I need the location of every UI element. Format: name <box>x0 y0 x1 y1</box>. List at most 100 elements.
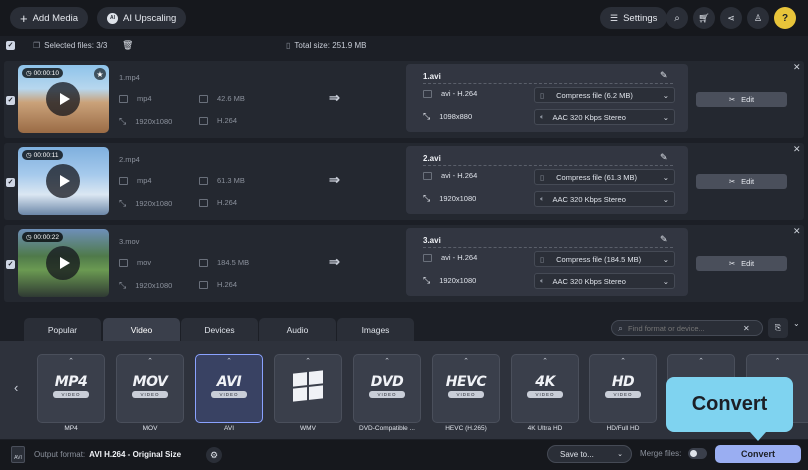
video-thumbnail[interactable]: ◷ 00:00:22 <box>18 229 109 297</box>
source-codec: H.264 <box>199 198 237 207</box>
format-card[interactable]: ⌃ MP4 VIDEO <box>37 354 105 423</box>
play-button[interactable] <box>46 164 80 198</box>
star-icon[interactable]: ★ <box>94 68 106 80</box>
pencil-icon: ✎ <box>660 152 668 162</box>
search-button[interactable]: ⌕ <box>666 7 688 29</box>
rename-button[interactable]: ✎ <box>660 70 668 81</box>
scroll-left-button[interactable]: ‹ <box>14 380 18 395</box>
output-settings-button[interactable]: ⚙ <box>206 447 222 463</box>
audio-text: AAC 320 Kbps Stereo <box>552 276 626 286</box>
format-logo-sub: VIDEO <box>605 391 641 398</box>
add-media-button[interactable]: + Add Media <box>10 7 89 29</box>
container-text: mp4 <box>137 94 152 103</box>
tab-devices[interactable]: Devices <box>181 318 258 341</box>
edit-button[interactable]: ✂ Edit <box>696 174 787 189</box>
output-format: avi - H.264 <box>423 89 477 98</box>
merge-files-toggle[interactable] <box>688 448 707 459</box>
help-button[interactable]: ? <box>774 7 796 29</box>
edit-button[interactable]: ✂ Edit <box>696 92 787 107</box>
audio-dropdown[interactable]: 🔈︎ AAC 320 Kbps Stereo ⌄ <box>534 109 675 125</box>
source-size: 42.6 MB <box>199 94 245 103</box>
output-format-icon: AVI <box>11 446 25 463</box>
file-icon: ▯ <box>540 172 545 182</box>
format-card[interactable]: ⌃ DVD VIDEO <box>353 354 421 423</box>
settings-label: Settings <box>623 12 658 24</box>
tab-images[interactable]: Images <box>337 318 414 341</box>
rename-button[interactable]: ✎ <box>660 234 668 245</box>
compress-dropdown[interactable]: ▯ Compress file (184.5 MB) ⌄ <box>534 251 675 267</box>
custom-format-button[interactable]: ⎘ <box>768 318 788 338</box>
convert-button[interactable]: Convert <box>715 445 801 463</box>
chevron-up-icon: ⌃ <box>463 358 469 365</box>
format-card-label: DVD-Compatible ... <box>359 425 415 432</box>
format-logo: DVD <box>370 374 404 390</box>
close-icon[interactable]: ✕ <box>743 324 750 333</box>
convert-callout: Convert <box>666 377 793 432</box>
video-thumbnail[interactable]: ◷ 00:00:11 <box>18 147 109 215</box>
resize-icon: ⤡ <box>119 116 127 126</box>
format-logo-sub: VIDEO <box>527 391 563 398</box>
edit-button[interactable]: ✂ Edit <box>696 256 787 271</box>
play-button[interactable] <box>46 246 80 280</box>
convert-arrow-icon: ⇒ <box>329 172 340 187</box>
compress-dropdown[interactable]: ▯ Compress file (6.2 MB) ⌄ <box>534 87 675 103</box>
play-button[interactable] <box>46 82 80 116</box>
settings-icon: ☰ <box>610 12 619 23</box>
format-card[interactable]: ⌃ HD VIDEO <box>589 354 657 423</box>
source-codec: H.264 <box>199 280 237 289</box>
convert-label: Convert <box>740 449 775 459</box>
user-icon: ♙ <box>753 12 763 23</box>
output-file-name[interactable]: 1.avi <box>423 72 441 81</box>
tab-popular[interactable]: Popular <box>24 318 101 341</box>
ai-upscaling-button[interactable]: AI AI Upscaling <box>97 7 187 29</box>
divider <box>423 83 673 84</box>
format-card[interactable]: ⌃ HEVC VIDEO <box>432 354 500 423</box>
cart-button[interactable]: 🛒︎ <box>693 7 715 29</box>
rename-button[interactable]: ✎ <box>660 152 668 163</box>
video-thumbnail[interactable]: ◷ 00:00:10 ★ <box>18 65 109 133</box>
export-icon: ⎘ <box>774 323 782 332</box>
output-file-name[interactable]: 3.avi <box>423 236 441 245</box>
file-checkbox[interactable]: ✓ <box>6 96 15 105</box>
audio-dropdown[interactable]: 🔈︎ AAC 320 Kbps Stereo ⌄ <box>534 191 675 207</box>
format-card[interactable]: ⌃ AVI VIDEO <box>195 354 263 423</box>
share-button[interactable]: ⋖ <box>720 7 742 29</box>
collapse-panel-button[interactable]: ⌄ <box>793 319 800 328</box>
speaker-icon: 🔈︎ <box>540 112 545 121</box>
chevron-down-icon: ⌄ <box>662 172 669 182</box>
tab-video[interactable]: Video <box>103 318 180 341</box>
disk-icon <box>199 176 208 185</box>
compress-dropdown[interactable]: ▯ Compress file (61.3 MB) ⌄ <box>534 169 675 185</box>
ai-icon: AI <box>107 12 118 24</box>
selected-files-info: ❐ Selected files: 3/3 <box>33 41 107 50</box>
output-resolution: ⤡ 1920x1080 <box>423 193 476 204</box>
format-search-field[interactable]: ⌕ ✕ <box>611 320 763 336</box>
audio-dropdown[interactable]: 🔈︎ AAC 320 Kbps Stereo ⌄ <box>534 273 675 289</box>
output-file-name[interactable]: 2.avi <box>423 154 441 163</box>
save-to-dropdown[interactable]: Save to... ⌄ <box>547 445 632 463</box>
format-logo: HD <box>611 374 635 390</box>
resize-icon: ⤡ <box>119 280 127 290</box>
output-resolution-text: 1920x1080 <box>439 194 477 203</box>
format-search-input[interactable] <box>628 323 739 333</box>
format-logo-sub: VIDEO <box>211 391 247 398</box>
remove-file-button[interactable]: ✕ <box>793 144 801 155</box>
file-checkbox[interactable]: ✓ <box>6 260 15 269</box>
resize-icon: ⤡ <box>423 275 431 285</box>
select-all-checkbox[interactable]: ✓ <box>6 41 15 50</box>
tab-audio[interactable]: Audio <box>259 318 336 341</box>
file-checkbox[interactable]: ✓ <box>6 178 15 187</box>
chevron-down-icon: ⌄ <box>662 90 669 100</box>
remove-file-button[interactable]: ✕ <box>793 226 801 237</box>
account-button[interactable]: ♙ <box>747 7 769 29</box>
edit-label: Edit <box>741 177 755 186</box>
format-card[interactable]: ⌃ MOV VIDEO <box>116 354 184 423</box>
codec-text: H.264 <box>217 198 238 207</box>
format-card[interactable]: ⌃ <box>274 354 342 423</box>
delete-button[interactable]: 🗑︎ <box>122 40 133 51</box>
audio-text: AAC 320 Kbps Stereo <box>552 112 626 122</box>
format-card[interactable]: ⌃ 4K VIDEO <box>511 354 579 423</box>
remove-file-button[interactable]: ✕ <box>793 62 801 73</box>
settings-button[interactable]: ☰ Settings <box>600 7 668 29</box>
duration-badge: ◷ 00:00:10 <box>22 68 63 78</box>
